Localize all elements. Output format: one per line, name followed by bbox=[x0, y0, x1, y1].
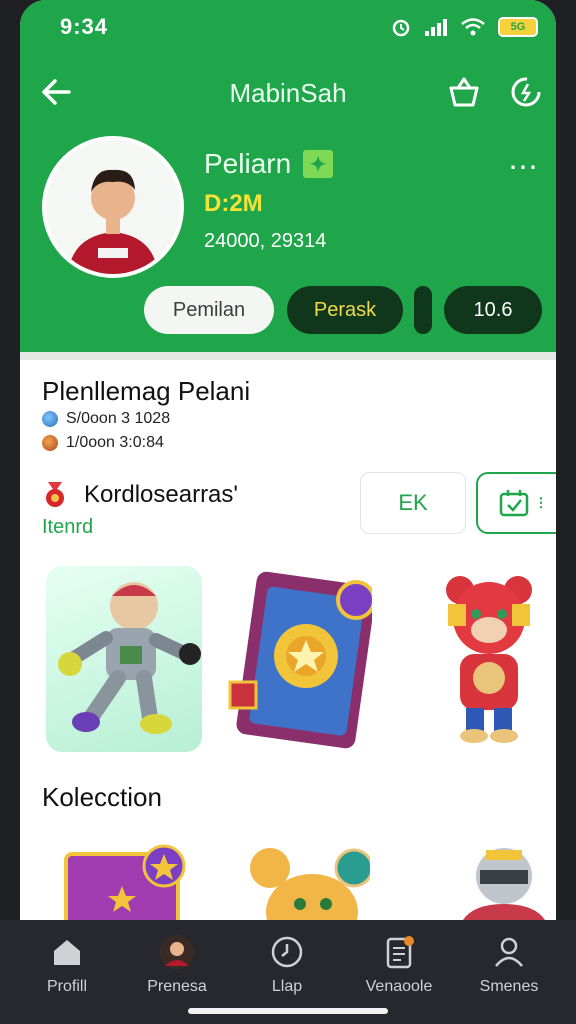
bear-mascot-image bbox=[446, 576, 532, 743]
profile-name: Peliarn bbox=[204, 148, 292, 179]
status-icons: 5G bbox=[390, 16, 538, 38]
nav-item-prenesa[interactable]: Prenesa bbox=[122, 934, 232, 996]
collection-subtitle: Itenrd bbox=[42, 516, 94, 538]
shop-button[interactable] bbox=[444, 72, 484, 112]
coin-icon bbox=[42, 435, 58, 451]
profile-name-row: Peliarn ✦ bbox=[204, 148, 334, 180]
avatar[interactable] bbox=[42, 136, 184, 278]
person-icon bbox=[495, 937, 523, 967]
nav-label: Llap bbox=[271, 978, 303, 995]
collection-header: Kordlosearras' bbox=[40, 480, 238, 510]
alarm-icon bbox=[392, 19, 410, 37]
star-card-image bbox=[64, 844, 186, 920]
power-button[interactable] bbox=[506, 72, 546, 112]
status-time: 9:34 bbox=[60, 14, 109, 39]
pill-perask[interactable]: Perask bbox=[287, 286, 403, 334]
signal-icon bbox=[425, 19, 447, 36]
nav-item-llap[interactable]: Llap bbox=[232, 934, 342, 996]
collection-item[interactable] bbox=[420, 832, 556, 920]
app-screen: 9:34 5G MabinSah Peliarn ✦ ⋯ D:2M 24000,… bbox=[20, 0, 556, 920]
basket-icon bbox=[449, 77, 479, 107]
stat-text: S/0oon 3 1028 bbox=[66, 410, 171, 427]
profile-header: 9:34 5G MabinSah Peliarn ✦ ⋯ D:2M 24000,… bbox=[20, 0, 556, 352]
verified-badge-icon: ✦ bbox=[303, 150, 334, 178]
collection-title: Kordlosearras' bbox=[84, 481, 238, 508]
action-ek-button[interactable]: EK bbox=[360, 472, 466, 534]
wifi-icon bbox=[461, 18, 485, 36]
header-divider bbox=[20, 352, 556, 360]
power-icon bbox=[511, 77, 541, 107]
collectible-card[interactable] bbox=[216, 566, 372, 752]
collection-item[interactable] bbox=[230, 832, 370, 920]
stat-row: S/0oon 3 1028 bbox=[42, 410, 170, 428]
avatar-icon bbox=[160, 935, 194, 969]
pill-rating[interactable]: 10.6 bbox=[444, 286, 542, 334]
player-avatar-image bbox=[46, 140, 180, 274]
nav-item-smenes[interactable]: Smenes bbox=[454, 934, 564, 996]
stat-row: 1/0oon 3:0:84 bbox=[42, 434, 164, 452]
stat-text: 1/0oon 3:0:84 bbox=[66, 434, 164, 451]
battery-icon: 5G bbox=[498, 17, 538, 37]
dots-icon: ⁝ bbox=[538, 492, 544, 513]
medal-icon bbox=[46, 482, 64, 507]
nav-item-venaoole[interactable]: Venaoole bbox=[344, 934, 454, 996]
nav-label: Venaoole bbox=[365, 978, 433, 995]
collection-item[interactable] bbox=[60, 832, 200, 920]
mouse-mascot-image bbox=[250, 848, 370, 920]
status-bar: 9:34 5G bbox=[20, 0, 556, 52]
nav-label: Profill bbox=[46, 978, 87, 995]
profile-meta: 24000, 29314 bbox=[204, 230, 327, 252]
helmet-hero-image bbox=[462, 848, 546, 920]
pill-pemilan[interactable]: Pemilan bbox=[144, 286, 274, 334]
profile-score: D:2M bbox=[204, 190, 263, 217]
pill-divider bbox=[414, 286, 432, 334]
robot-player-image bbox=[58, 582, 201, 734]
collection-section-title: Kolecction bbox=[42, 782, 162, 812]
nav-label: Prenesa bbox=[147, 978, 207, 995]
app-bar: MabinSah bbox=[20, 60, 556, 124]
nav-item-profill[interactable]: Profill bbox=[12, 934, 122, 996]
document-icon bbox=[386, 936, 414, 969]
phone-frame: 9:34 5G MabinSah Peliarn ✦ ⋯ D:2M 24000,… bbox=[0, 0, 576, 1024]
collectible-card[interactable] bbox=[46, 566, 202, 752]
action-verify-button[interactable]: ⁝ bbox=[476, 472, 556, 534]
trophy-card-image bbox=[228, 571, 372, 749]
collectible-card[interactable] bbox=[400, 566, 556, 752]
check-calendar-icon bbox=[499, 490, 529, 517]
section-title: Plenllemag Pelani bbox=[42, 376, 251, 406]
globe-icon bbox=[42, 411, 58, 427]
action-label: EK bbox=[398, 490, 428, 515]
home-icon bbox=[54, 940, 80, 965]
home-indicator[interactable] bbox=[188, 1008, 388, 1014]
nav-label: Smenes bbox=[479, 978, 539, 995]
clock-icon bbox=[271, 936, 303, 968]
more-options-button[interactable]: ⋯ bbox=[508, 150, 540, 185]
